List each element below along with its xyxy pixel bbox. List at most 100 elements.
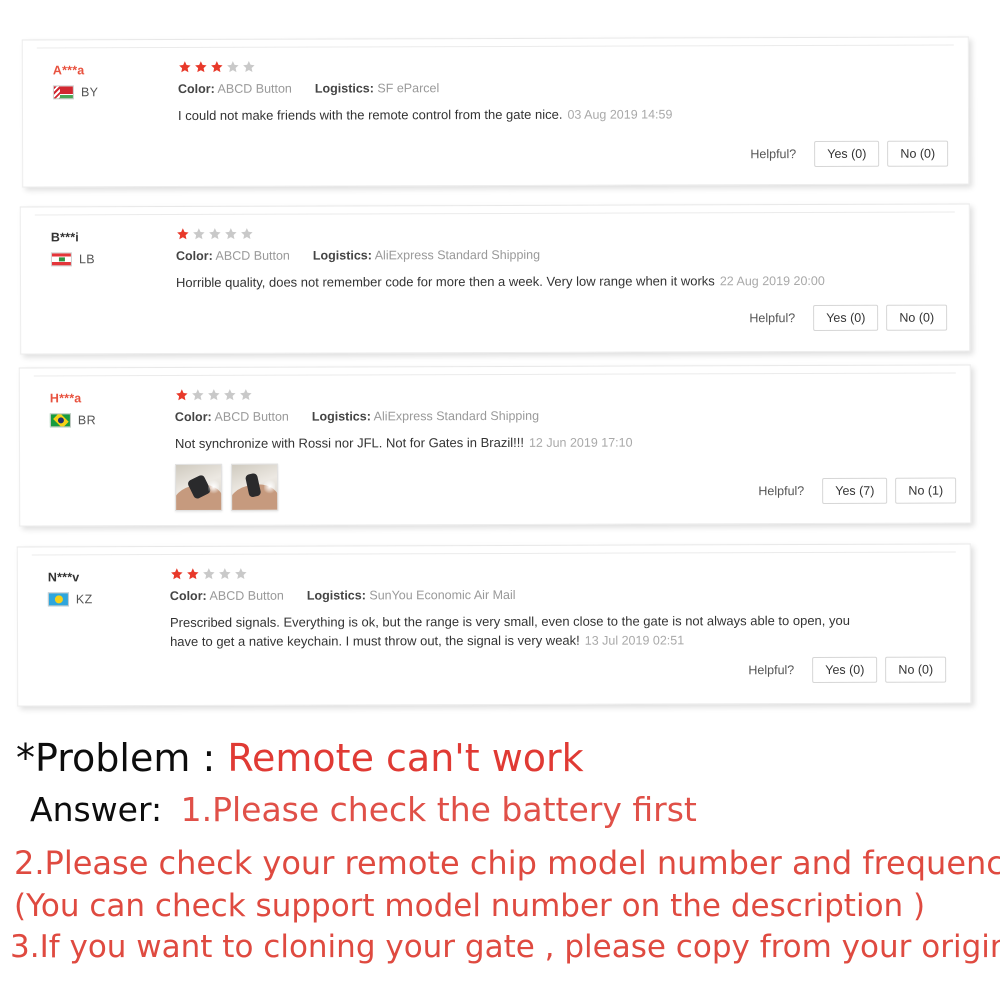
review-author-name: H***a [49,391,82,406]
logistics-label: Logistics: [306,588,366,603]
logistics-value: AliExpress Standard Shipping [374,247,541,263]
review-author-block: A***a BY [52,62,168,100]
star-icon [226,59,240,73]
review-body: Prescribed signals. Everything is ok, bu… [170,611,870,652]
helpful-yes-button[interactable]: Yes (0) [813,304,879,332]
faq-problem-line: *Problem : Remote can't work [16,735,584,781]
kz-flag-icon [47,592,69,607]
by-flag-icon [52,85,74,100]
review-card: A***a BY Color: ABCD Button Logistics: S… [21,36,970,188]
color-value: ABCD Button [215,248,290,263]
review-card: N***v KZ Color: ABCD Button Logistics: S… [16,543,972,707]
star-icon [207,387,221,401]
star-icon [186,566,200,580]
review-meta: Color: ABCD Button Logistics: AliExpress… [176,246,949,265]
faq-step-2: 2.Please check your remote chip model nu… [14,844,1000,882]
faq-step-2-note: (You can check support model number on t… [14,888,926,924]
helpful-label: Helpful? [748,663,795,678]
faq-answer-label: Answer: [30,790,163,829]
helpful-row: Helpful? Yes (7) No (1) [758,477,957,505]
star-icon [194,59,208,73]
color-label: Color: [175,248,213,264]
review-photo-thumbnail[interactable] [231,463,279,511]
star-icon [210,59,224,73]
logistics-label: Logistics: [314,81,374,96]
logistics-value: SF eParcel [377,81,440,96]
card-divider [34,211,955,216]
review-body: I could not make friends with the remote… [178,104,878,126]
faq-step-3: 3.If you want to cloning your gate , ple… [10,929,1000,965]
review-meta: Color: ABCD Button Logistics: SF eParcel [178,79,948,98]
helpful-no-button[interactable]: No (0) [885,656,947,683]
review-country: KZ [47,592,163,607]
country-code: LB [78,252,95,267]
helpful-no-button[interactable]: No (0) [887,140,949,167]
color-value: ABCD Button [217,81,292,96]
page-root: A***a BY Color: ABCD Button Logistics: S… [0,0,1000,1000]
helpful-no-button[interactable]: No (1) [895,477,957,504]
logistics-value: SunYou Economic Air Mail [369,587,516,603]
review-content: Color: ABCD Button Logistics: SunYou Eco… [170,563,950,652]
review-card: B***i LB Color: ABCD Button Logistics: A… [19,203,971,355]
card-divider [33,372,956,377]
star-icon [223,387,237,401]
helpful-row: Helpful? Yes (0) No (0) [748,656,947,684]
helpful-no-button[interactable]: No (0) [886,304,948,331]
star-icon [175,387,189,401]
star-icon [170,566,184,580]
review-country: BR [49,413,165,428]
helpful-label: Helpful? [749,311,796,326]
review-date: 03 Aug 2019 14:59 [567,107,673,122]
star-icon [234,566,248,580]
helpful-yes-button[interactable]: Yes (0) [812,656,878,684]
star-icon [240,226,254,240]
br-flag-icon [49,413,71,428]
review-country: BY [52,85,168,100]
color-label: Color: [174,409,212,425]
star-icon [176,226,190,240]
review-author-block: B***i LB [50,229,166,267]
review-author-name: N***v [47,570,80,585]
review-list: A***a BY Color: ABCD Button Logistics: S… [0,0,1000,726]
helpful-row: Helpful? Yes (0) No (0) [749,304,948,332]
faq-answer-value: 1.Please check the battery first [180,790,697,829]
review-date: 22 Aug 2019 20:00 [719,273,825,289]
review-body-text: I could not make friends with the remote… [177,106,563,123]
star-icon [224,226,238,240]
review-card: H***a BR Color: ABCD Button Logistics: A… [18,364,972,527]
color-label: Color: [177,81,215,96]
review-body-text: Not synchronize with Rossi nor JFL. Not … [174,434,524,452]
review-body: Horrible quality, does not remember code… [176,271,876,293]
review-author-name: A***a [52,63,85,78]
review-body-text: Prescribed signals. Everything is ok, bu… [169,612,850,650]
review-date: 12 Jun 2019 17:10 [528,435,633,450]
faq-block: *Problem : Remote can't work Answer: 1.P… [0,726,1000,1000]
helpful-label: Helpful? [758,484,805,499]
lb-flag-icon [50,252,72,267]
faq-answer-line: Answer: 1.Please check the battery first [30,789,697,831]
review-content: Color: ABCD Button Logistics: AliExpress… [176,223,949,293]
color-label: Color: [169,588,207,604]
star-icon [239,387,253,401]
rating-stars [170,563,950,582]
logistics-label: Logistics: [311,409,371,424]
rating-stars [175,384,950,403]
review-photo-thumbnail[interactable] [175,463,223,512]
star-icon [178,59,192,73]
rating-stars [176,223,949,242]
country-code: BR [77,413,96,428]
review-author-block: N***v KZ [47,569,163,607]
review-country: LB [50,252,166,267]
review-meta: Color: ABCD Button Logistics: AliExpress… [175,407,950,426]
helpful-yes-button[interactable]: Yes (0) [814,140,880,167]
star-icon [191,387,205,401]
review-author-block: H***a BR [49,390,165,428]
star-icon [192,226,206,240]
faq-problem-value: Remote can't work [227,736,584,780]
review-body: Not synchronize with Rossi nor JFL. Not … [175,432,875,454]
helpful-yes-button[interactable]: Yes (7) [822,477,888,504]
review-body-text: Horrible quality, does not remember code… [175,273,715,291]
logistics-value: AliExpress Standard Shipping [373,408,540,424]
star-icon [202,566,216,580]
country-code: KZ [75,592,93,607]
